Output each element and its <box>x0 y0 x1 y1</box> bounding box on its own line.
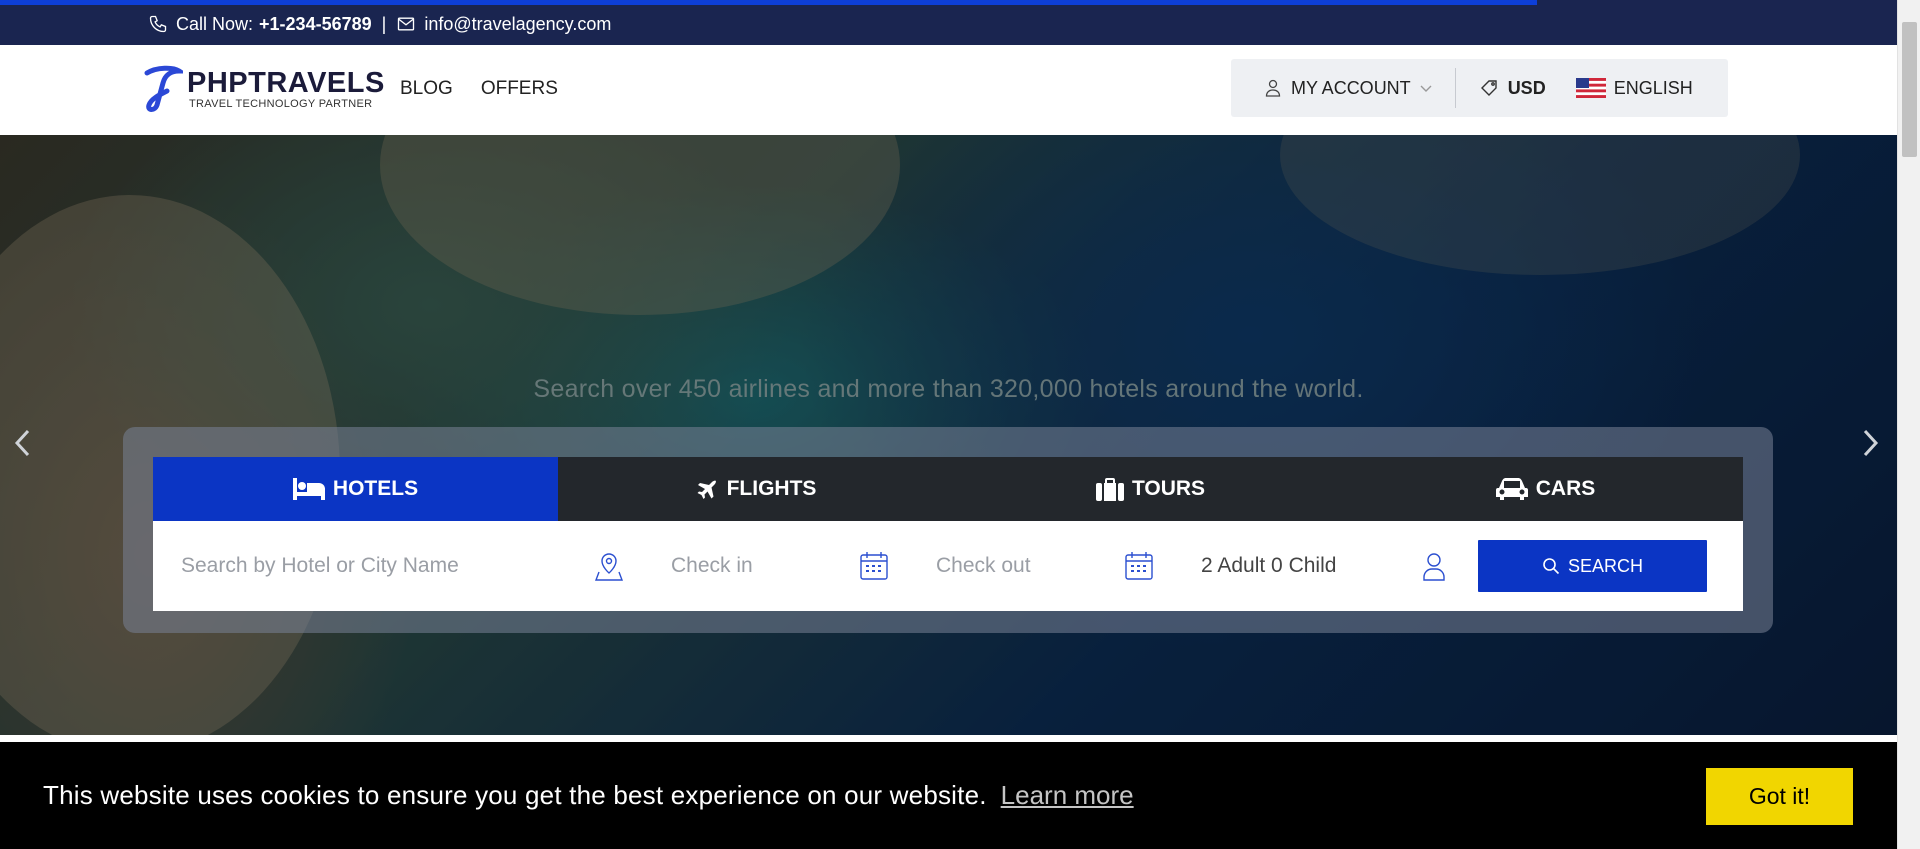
guests-value: 2 Adult 0 Child <box>1201 554 1337 577</box>
search-fields: Search by Hotel or City Name Check in Ch… <box>153 521 1743 611</box>
content-top-strip <box>0 735 1897 742</box>
nav-offers[interactable]: OFFERS <box>481 78 558 100</box>
cookie-learn-more-link[interactable]: Learn more <box>1001 780 1134 811</box>
slider-next-arrow[interactable] <box>1855 425 1885 465</box>
tab-cars[interactable]: CARS <box>1348 457 1743 521</box>
city-search-field[interactable]: Search by Hotel or City Name <box>153 521 643 611</box>
language-label: ENGLISH <box>1613 77 1693 98</box>
person-icon <box>1418 550 1450 582</box>
search-panel: HOTELS FLIGHTS TOURS CARS Search by Hote… <box>123 427 1773 633</box>
account-bar: MY ACCOUNT USD ENGLISH <box>1231 59 1728 117</box>
cookie-message: This website uses cookies to ensure you … <box>43 780 987 810</box>
slider-prev-arrow[interactable] <box>8 425 38 465</box>
guests-field[interactable]: 2 Adult 0 Child <box>1173 521 1468 611</box>
chevron-right-icon <box>1860 428 1880 463</box>
tab-flights-label: FLIGHTS <box>726 477 817 500</box>
logo-tagline: TRAVEL TECHNOLOGY PARTNER <box>189 98 373 110</box>
tab-tours-label: TOURS <box>1131 477 1206 500</box>
hero-banner: Search over 450 airlines and more than 3… <box>0 135 1897 735</box>
user-icon <box>1265 79 1281 97</box>
site-logo[interactable]: PHPTRAVELS TRAVEL TECHNOLOGY PARTNER <box>143 65 385 113</box>
chevron-left-icon <box>13 428 33 463</box>
my-account-label: MY ACCOUNT <box>1291 77 1411 98</box>
top-info-bar: Call Now: +1-234-56789 | info@travelagen… <box>0 0 1897 45</box>
chevron-down-icon <box>1419 83 1433 93</box>
phone-icon <box>148 14 168 34</box>
email-address[interactable]: info@travelagency.com <box>424 14 611 35</box>
us-flag-icon <box>1575 78 1606 98</box>
car-icon <box>1495 477 1528 501</box>
checkout-input[interactable]: Check out <box>936 554 1123 578</box>
search-icon <box>1542 557 1560 575</box>
currency-selector[interactable]: USD <box>1480 78 1546 99</box>
checkout-field[interactable]: Check out <box>908 521 1173 611</box>
mail-icon <box>396 14 416 34</box>
my-account-dropdown[interactable]: MY ACCOUNT <box>1265 78 1433 99</box>
account-divider <box>1454 68 1456 108</box>
language-selector[interactable]: ENGLISH <box>1575 77 1693 99</box>
calendar-icon <box>1123 550 1155 582</box>
plane-icon <box>695 477 719 501</box>
cookie-accept-button[interactable]: Got it! <box>1706 768 1853 825</box>
hero-subtitle: Search over 450 airlines and more than 3… <box>533 375 1364 403</box>
search-tabs: HOTELS FLIGHTS TOURS CARS <box>153 457 1743 521</box>
suitcase-icon <box>1095 477 1124 501</box>
tab-hotels[interactable]: HOTELS <box>153 457 558 521</box>
search-button[interactable]: SEARCH <box>1478 540 1707 592</box>
page-scrollbar[interactable] <box>1897 0 1920 849</box>
tab-flights[interactable]: FLIGHTS <box>558 457 953 521</box>
map-pin-icon <box>593 550 625 582</box>
call-label: Call Now: <box>176 13 254 34</box>
checkin-input[interactable]: Check in <box>671 554 858 578</box>
tab-tours[interactable]: TOURS <box>953 457 1348 521</box>
bed-icon <box>292 478 325 500</box>
site-header: PHPTRAVELS TRAVEL TECHNOLOGY PARTNER BLO… <box>0 45 1897 135</box>
currency-label: USD <box>1507 77 1546 98</box>
tag-icon <box>1480 79 1500 97</box>
cookie-banner: This website uses cookies to ensure you … <box>0 742 1897 849</box>
phone-number[interactable]: +1-234-56789 <box>259 14 372 35</box>
city-search-input[interactable]: Search by Hotel or City Name <box>181 554 593 578</box>
topbar-separator: | <box>381 13 387 34</box>
tab-hotels-label: HOTELS <box>332 477 419 500</box>
page-load-progress <box>0 0 1537 5</box>
checkin-field[interactable]: Check in <box>643 521 908 611</box>
logo-name: PHPTRAVELS <box>187 67 385 99</box>
nav-blog[interactable]: BLOG <box>400 78 453 100</box>
logo-mark-icon <box>143 65 188 113</box>
tab-cars-label: CARS <box>1535 477 1596 500</box>
hero-rock-shape <box>1280 135 1800 275</box>
search-button-label: SEARCH <box>1567 555 1643 576</box>
calendar-icon <box>858 550 890 582</box>
scrollbar-thumb[interactable] <box>1902 22 1917 157</box>
hero-rock-shape <box>380 135 900 315</box>
main-nav: BLOG OFFERS <box>400 78 558 100</box>
